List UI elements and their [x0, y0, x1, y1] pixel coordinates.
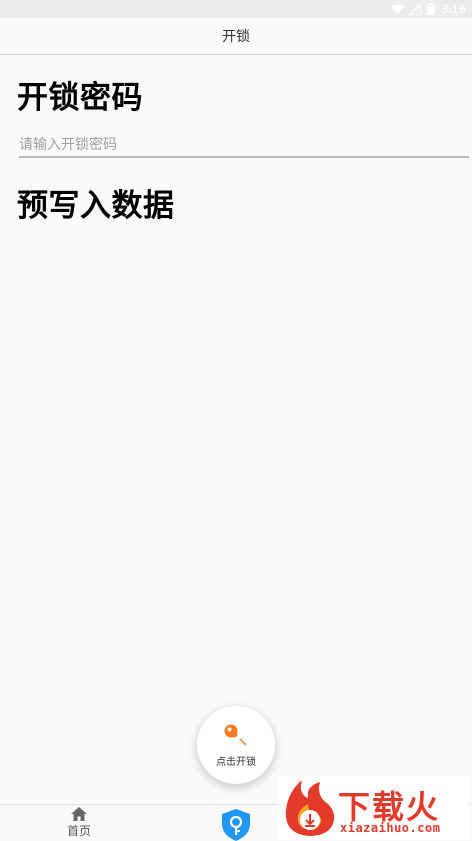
- prewrite-data-section-title: 预写入数据: [17, 188, 175, 224]
- unlock-password-input[interactable]: [19, 134, 469, 158]
- status-time: 3:16: [441, 2, 466, 16]
- watermark: 下载火 xiazaihuo.com: [278, 776, 470, 840]
- home-icon: [71, 807, 87, 821]
- nav-item-home-label: 首页: [66, 824, 91, 838]
- status-bar: 3:16: [0, 0, 472, 18]
- battery-icon: [427, 3, 436, 15]
- wifi-icon: [391, 4, 405, 14]
- page-title: 开锁: [222, 29, 250, 45]
- shield-key-icon: [222, 809, 250, 841]
- unlock-fab-button[interactable]: 点击开锁: [197, 706, 275, 784]
- nav-item-home[interactable]: 首页: [52, 807, 106, 841]
- signal-icon: [410, 3, 422, 15]
- flame-logo-icon: [285, 780, 335, 836]
- nav-item-unlock[interactable]: [220, 809, 252, 841]
- unlock-fab-label: 点击开锁: [216, 756, 256, 768]
- watermark-domain: xiazaihuo.com: [340, 821, 441, 835]
- key-icon: [224, 724, 246, 746]
- password-section-title: 开锁密码: [17, 80, 143, 116]
- app-bar: 开锁: [0, 18, 472, 55]
